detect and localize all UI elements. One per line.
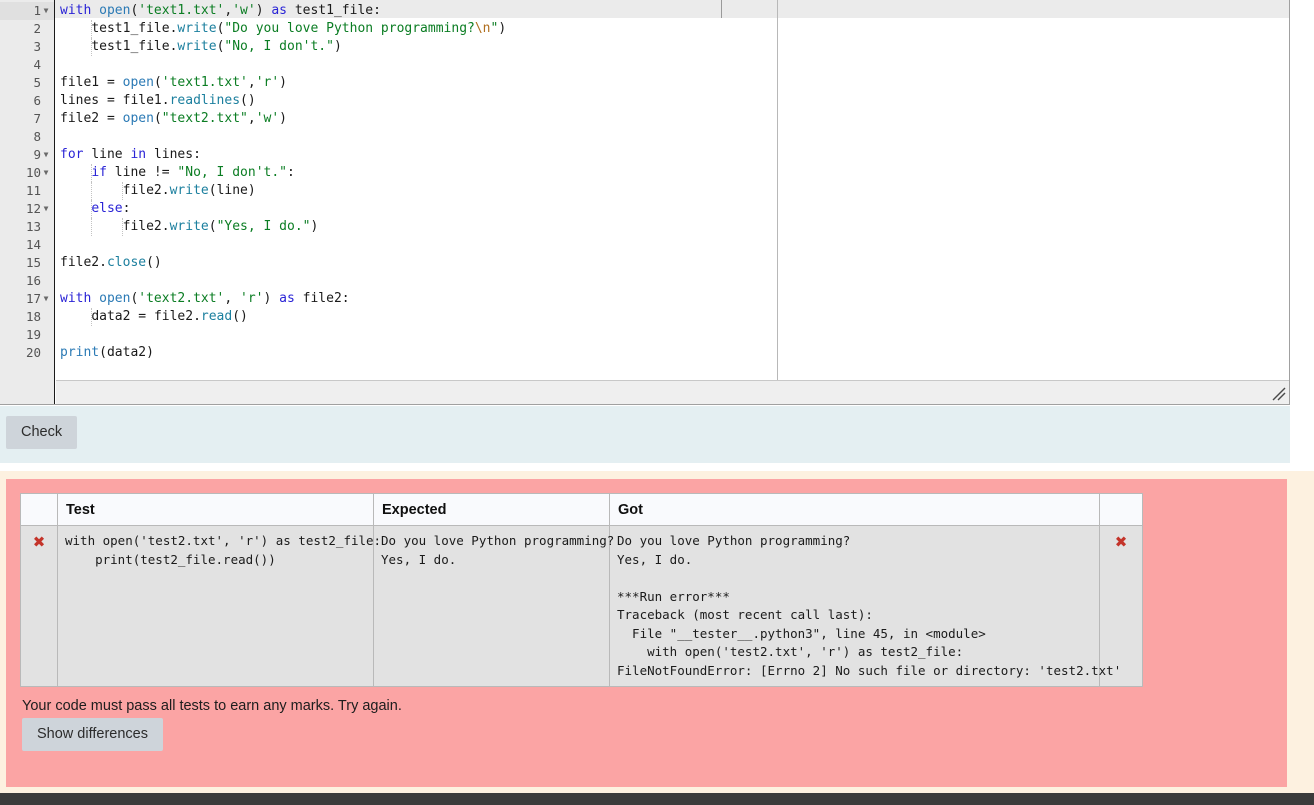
code-editor-panel[interactable]: 1▼2▼3▼4▼5▼6▼7▼8▼9▼10▼11▼12▼13▼14▼15▼16▼1… bbox=[0, 0, 1290, 405]
gutter-line-19[interactable]: 19▼ bbox=[0, 326, 54, 344]
code-line-20[interactable]: print(data2) bbox=[56, 344, 1289, 362]
column-header-got: Got bbox=[609, 493, 1100, 526]
gutter-line-8[interactable]: 8▼ bbox=[0, 128, 54, 146]
cross-mark-icon: ✖ bbox=[1114, 533, 1128, 551]
gutter-line-15[interactable]: 15▼ bbox=[0, 254, 54, 272]
fold-arrow-icon: ▼ bbox=[43, 168, 49, 177]
code-line-2[interactable]: test1_file.write("Do you love Python pro… bbox=[56, 20, 1289, 38]
fold-arrow-icon: ▼ bbox=[43, 150, 49, 159]
page-bottom-bar bbox=[0, 793, 1314, 805]
gutter-line-14[interactable]: 14▼ bbox=[0, 236, 54, 254]
code-line-6[interactable]: lines = file1.readlines() bbox=[56, 92, 1289, 110]
code-line-12[interactable]: else: bbox=[56, 200, 1289, 218]
gutter-line-17[interactable]: 17 ▼ bbox=[0, 290, 54, 308]
table-header-row: Test Expected Got bbox=[20, 493, 1143, 526]
code-line-19[interactable] bbox=[56, 326, 1289, 344]
column-header-test: Test bbox=[57, 493, 374, 526]
column-header-mark bbox=[20, 493, 58, 526]
cell-got: Do you love Python programming? Yes, I d… bbox=[609, 525, 1121, 687]
fold-arrow-icon: ▼ bbox=[43, 204, 49, 213]
gutter-line-12[interactable]: 12 ▼ bbox=[0, 200, 54, 218]
cell-expected: Do you love Python programming? Yes, I d… bbox=[373, 525, 614, 687]
code-line-14[interactable] bbox=[56, 236, 1289, 254]
code-line-9[interactable]: for line in lines: bbox=[56, 146, 1289, 164]
gutter-line-11[interactable]: 11▼ bbox=[0, 182, 54, 200]
gutter-line-5[interactable]: 5▼ bbox=[0, 74, 54, 92]
check-button-band: Check bbox=[0, 406, 1290, 463]
code-line-3[interactable]: test1_file.write("No, I don't.") bbox=[56, 38, 1289, 56]
code-line-17[interactable]: with open('text2.txt', 'r') as file2: bbox=[56, 290, 1289, 308]
editor-bottom-band bbox=[56, 380, 1289, 404]
code-content-area[interactable]: with open('text1.txt','w') as test1_file… bbox=[56, 0, 1289, 404]
codemirror-editor[interactable]: 1▼2▼3▼4▼5▼6▼7▼8▼9▼10▼11▼12▼13▼14▼15▼16▼1… bbox=[0, 0, 1289, 404]
feedback-wrapper: Test Expected Got ✖ with open('test2.txt'… bbox=[0, 471, 1314, 793]
cell-test: with open('test2.txt', 'r') as test2_fil… bbox=[57, 525, 381, 687]
gutter-line-16[interactable]: 16▼ bbox=[0, 272, 54, 290]
feedback-message: Your code must pass all tests to earn an… bbox=[22, 698, 402, 714]
code-line-15[interactable]: file2.close() bbox=[56, 254, 1289, 272]
code-line-8[interactable] bbox=[56, 128, 1289, 146]
code-line-5[interactable]: file1 = open('text1.txt','r') bbox=[56, 74, 1289, 92]
gutter-line-18[interactable]: 18▼ bbox=[0, 308, 54, 326]
resize-grip-icon[interactable] bbox=[1272, 387, 1286, 401]
code-line-13[interactable]: file2.write("Yes, I do.") bbox=[56, 218, 1289, 236]
gutter-line-6[interactable]: 6▼ bbox=[0, 92, 54, 110]
gutter-line-3[interactable]: 3▼ bbox=[0, 38, 54, 56]
fold-arrow-icon: ▼ bbox=[43, 294, 49, 303]
code-line-1[interactable]: with open('text1.txt','w') as test1_file… bbox=[56, 2, 1289, 20]
show-differences-button[interactable]: Show differences bbox=[22, 718, 163, 751]
code-line-18[interactable]: data2 = file2.read() bbox=[56, 308, 1289, 326]
gutter-line-2[interactable]: 2▼ bbox=[0, 20, 54, 38]
fold-arrow-icon: ▼ bbox=[43, 6, 49, 15]
row-status-cell: ✖ bbox=[20, 525, 58, 687]
gutter-line-10[interactable]: 10 ▼ bbox=[0, 164, 54, 182]
code-line-10[interactable]: if line != "No, I don't.": bbox=[56, 164, 1289, 182]
code-line-11[interactable]: file2.write(line) bbox=[56, 182, 1289, 200]
code-line-4[interactable] bbox=[56, 56, 1289, 74]
code-line-16[interactable] bbox=[56, 272, 1289, 290]
check-button[interactable]: Check bbox=[6, 416, 78, 449]
gutter-line-13[interactable]: 13▼ bbox=[0, 218, 54, 236]
gutter-line-1[interactable]: 1 ▼ bbox=[0, 2, 54, 20]
table-row: ✖ with open('test2.txt', 'r') as test2_fi… bbox=[20, 525, 1143, 687]
cross-mark-icon: ✖ bbox=[32, 533, 46, 551]
column-header-result bbox=[1099, 493, 1143, 526]
code-line-7[interactable]: file2 = open("text2.txt",'w') bbox=[56, 110, 1289, 128]
line-number-gutter: 1▼2▼3▼4▼5▼6▼7▼8▼9▼10▼11▼12▼13▼14▼15▼16▼1… bbox=[0, 0, 55, 404]
gutter-line-20[interactable]: 20▼ bbox=[0, 344, 54, 362]
column-header-expected: Expected bbox=[373, 493, 610, 526]
failed-feedback-panel: Test Expected Got ✖ with open('test2.txt'… bbox=[6, 479, 1287, 787]
gutter-line-9[interactable]: 9 ▼ bbox=[0, 146, 54, 164]
test-results-table: Test Expected Got ✖ with open('test2.txt'… bbox=[20, 493, 1143, 687]
gutter-line-4[interactable]: 4▼ bbox=[0, 56, 54, 74]
gutter-line-7[interactable]: 7▼ bbox=[0, 110, 54, 128]
